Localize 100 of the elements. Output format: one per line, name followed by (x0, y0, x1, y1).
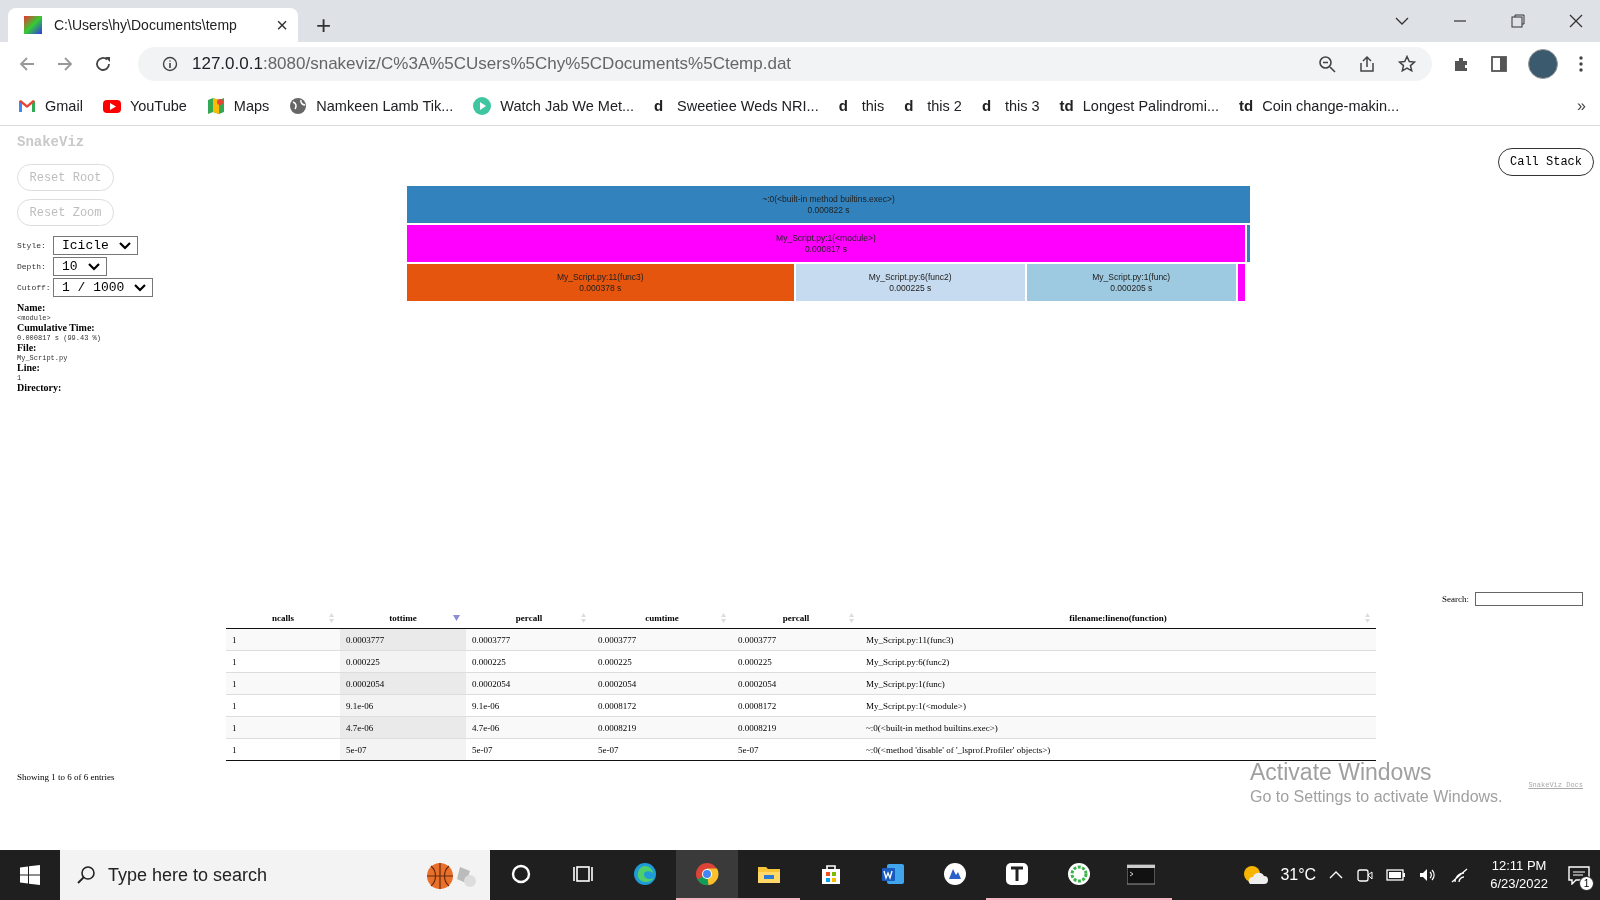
icicle-block[interactable]: My_Script.py:6(func2) 0.000225 s (794, 263, 1026, 302)
bookmark-link[interactable]: d Sweetiee Weds NRI... (654, 97, 819, 114)
info-icon (162, 56, 178, 72)
sort-icon (1365, 613, 1370, 623)
close-tab-button[interactable]: × (276, 15, 288, 35)
table-cell: My_Script.py:6(func2) (860, 650, 1376, 673)
info-label: Name: (17, 303, 47, 313)
table-cell: 0.0002054 (340, 672, 466, 695)
menu-icon[interactable] (1578, 55, 1584, 73)
weather-icon[interactable] (1242, 864, 1269, 886)
taskbar-search-field[interactable]: Type here to search (60, 850, 490, 900)
control-label: Depth: (17, 262, 45, 271)
search-placeholder: Type here to search (108, 864, 268, 886)
table-cell: 0.000225 (466, 650, 592, 673)
dropdown[interactable]: Icicle (53, 236, 138, 255)
info-label: Cumulative Time: (17, 323, 96, 333)
table-cell: 0.0002054 (592, 672, 732, 695)
dropdown[interactable]: 10 (53, 257, 107, 276)
activation-message: Go to Settings to activate Windows. (1250, 787, 1503, 807)
table-cell: 1 (226, 628, 340, 651)
new-tab-button[interactable]: + (316, 12, 332, 38)
temperature-text[interactable]: 31°C (1280, 866, 1317, 884)
restore-icon[interactable] (1510, 13, 1526, 29)
chrome-icon (695, 862, 719, 886)
time-label: 0.000822 s (807, 205, 850, 216)
bookmark-favicon: d (981, 97, 993, 114)
column-header[interactable]: cumtime (592, 608, 732, 629)
column-header[interactable]: percall (732, 608, 860, 629)
table-cell: 0.000225 (592, 650, 732, 673)
letter-t-icon (1005, 862, 1029, 886)
bookmark-favicon: d (838, 97, 849, 114)
function-label: My_Script.py:6(func2) (868, 272, 952, 283)
zoom-out-icon[interactable] (1318, 55, 1336, 73)
info-label: Line: (17, 363, 41, 373)
battery-icon[interactable] (1386, 868, 1407, 882)
taskbar-app-button[interactable] (676, 850, 738, 900)
url-text: 127.0.0.1:8080/snakeviz/C%3A%5CUsers%5Chy%5CDocuments%5Ctemp.dat (192, 54, 792, 74)
clock-button[interactable]: 12:11 PM 6/23/2022 (1490, 857, 1548, 893)
sort-icon (721, 613, 726, 623)
more-bookmarks-button[interactable]: » (1577, 96, 1586, 115)
bookmark-link[interactable]: d this (838, 97, 885, 114)
bookmark-link[interactable]: td Coin change-makin... (1239, 97, 1400, 114)
call-stack-button[interactable]: Call Stack (1498, 148, 1594, 176)
column-header[interactable]: ncalls (226, 608, 340, 629)
bookmark-link[interactable]: Watch Jab We Met... (473, 96, 635, 115)
bookmark-link[interactable]: Gmail (18, 96, 83, 115)
caret-icon (118, 241, 131, 250)
side-panel-icon[interactable] (1490, 55, 1508, 73)
search-field[interactable] (1475, 592, 1583, 606)
function-label: ~:0(<built-in method builtins.exec>) (762, 194, 895, 205)
profile-avatar[interactable] (1528, 49, 1558, 79)
extensions-icon[interactable] (1452, 55, 1470, 73)
star-icon[interactable] (1398, 55, 1416, 73)
sort-descending-icon (453, 615, 460, 621)
table-cell: 5e-07 (732, 738, 860, 761)
bookmark-link[interactable]: YouTube (102, 96, 187, 115)
table-cell: 0.0008172 (592, 694, 732, 717)
bookmark-link[interactable]: d this 2 (904, 97, 962, 114)
favicon-icon (24, 16, 42, 34)
back-icon[interactable] (18, 55, 36, 73)
table-cell: 0.0008172 (732, 694, 860, 717)
table-cell: ~:0(<method 'disable' of '_lsprof.Profiler' objects>) (860, 738, 1376, 761)
table-cell: My_Script.py:1(<module>) (860, 694, 1376, 717)
bookmark-link[interactable]: Namkeen Lamb Tik... (289, 96, 454, 115)
share-icon[interactable] (1358, 55, 1376, 73)
table-cell: 0.000225 (340, 650, 466, 673)
time-text: 12:11 PM (1491, 857, 1547, 875)
dropdown[interactable]: 1 / 1000 (53, 278, 154, 297)
table-cell: 4.7e-06 (340, 716, 466, 739)
icicle-block[interactable]: ~:0(<built-in method builtins.exec>) 0.000822 s (406, 185, 1251, 224)
bookmark-link[interactable]: Maps (206, 96, 270, 115)
info-label: Directory: (17, 383, 63, 393)
table-cell: 5e-07 (466, 738, 592, 761)
terminal-icon (1127, 862, 1155, 886)
sort-icon (849, 613, 854, 623)
table-cell: 5e-07 (340, 738, 466, 761)
browser-tab[interactable]: C:\Users\hy\Documents\temp × (8, 8, 298, 42)
reload-icon[interactable] (94, 55, 112, 73)
ring-icon (1067, 862, 1091, 886)
icicle-block[interactable]: My_Script.py:11(func3) 0.000378 s (406, 263, 795, 302)
column-header[interactable]: tottime (340, 608, 466, 629)
app-icon (943, 862, 967, 886)
store-icon (819, 862, 843, 886)
notification-icon[interactable] (1568, 865, 1590, 885)
notification-badge: 1 (1579, 876, 1594, 891)
icicle-block[interactable]: My_Script.py:1(func) 0.000205 s (1025, 263, 1237, 302)
column-header[interactable]: filename:lineno(function) (860, 608, 1376, 629)
forward-icon[interactable] (56, 55, 74, 73)
address-bar[interactable]: 127.0.0.1:8080/snakeviz/C%3A%5CUsers%5Chy%5CDocuments%5Ctemp.dat (138, 47, 1432, 81)
icicle-block[interactable]: My_Script.py:1(<module>) 0.000817 s (406, 224, 1246, 263)
bookmark-favicon: d (904, 97, 915, 114)
bookmark-link[interactable]: td Longest Palindromi... (1059, 97, 1219, 114)
column-header[interactable]: percall (466, 608, 592, 629)
close-icon[interactable] (1568, 13, 1584, 29)
bookmark-favicon: d (654, 97, 665, 114)
sort-icon (329, 613, 334, 623)
search-icon (76, 865, 96, 885)
bookmark-link[interactable]: d this 3 (981, 97, 1040, 114)
table-cell: 0.0002054 (732, 672, 860, 695)
caret-icon (134, 283, 147, 292)
